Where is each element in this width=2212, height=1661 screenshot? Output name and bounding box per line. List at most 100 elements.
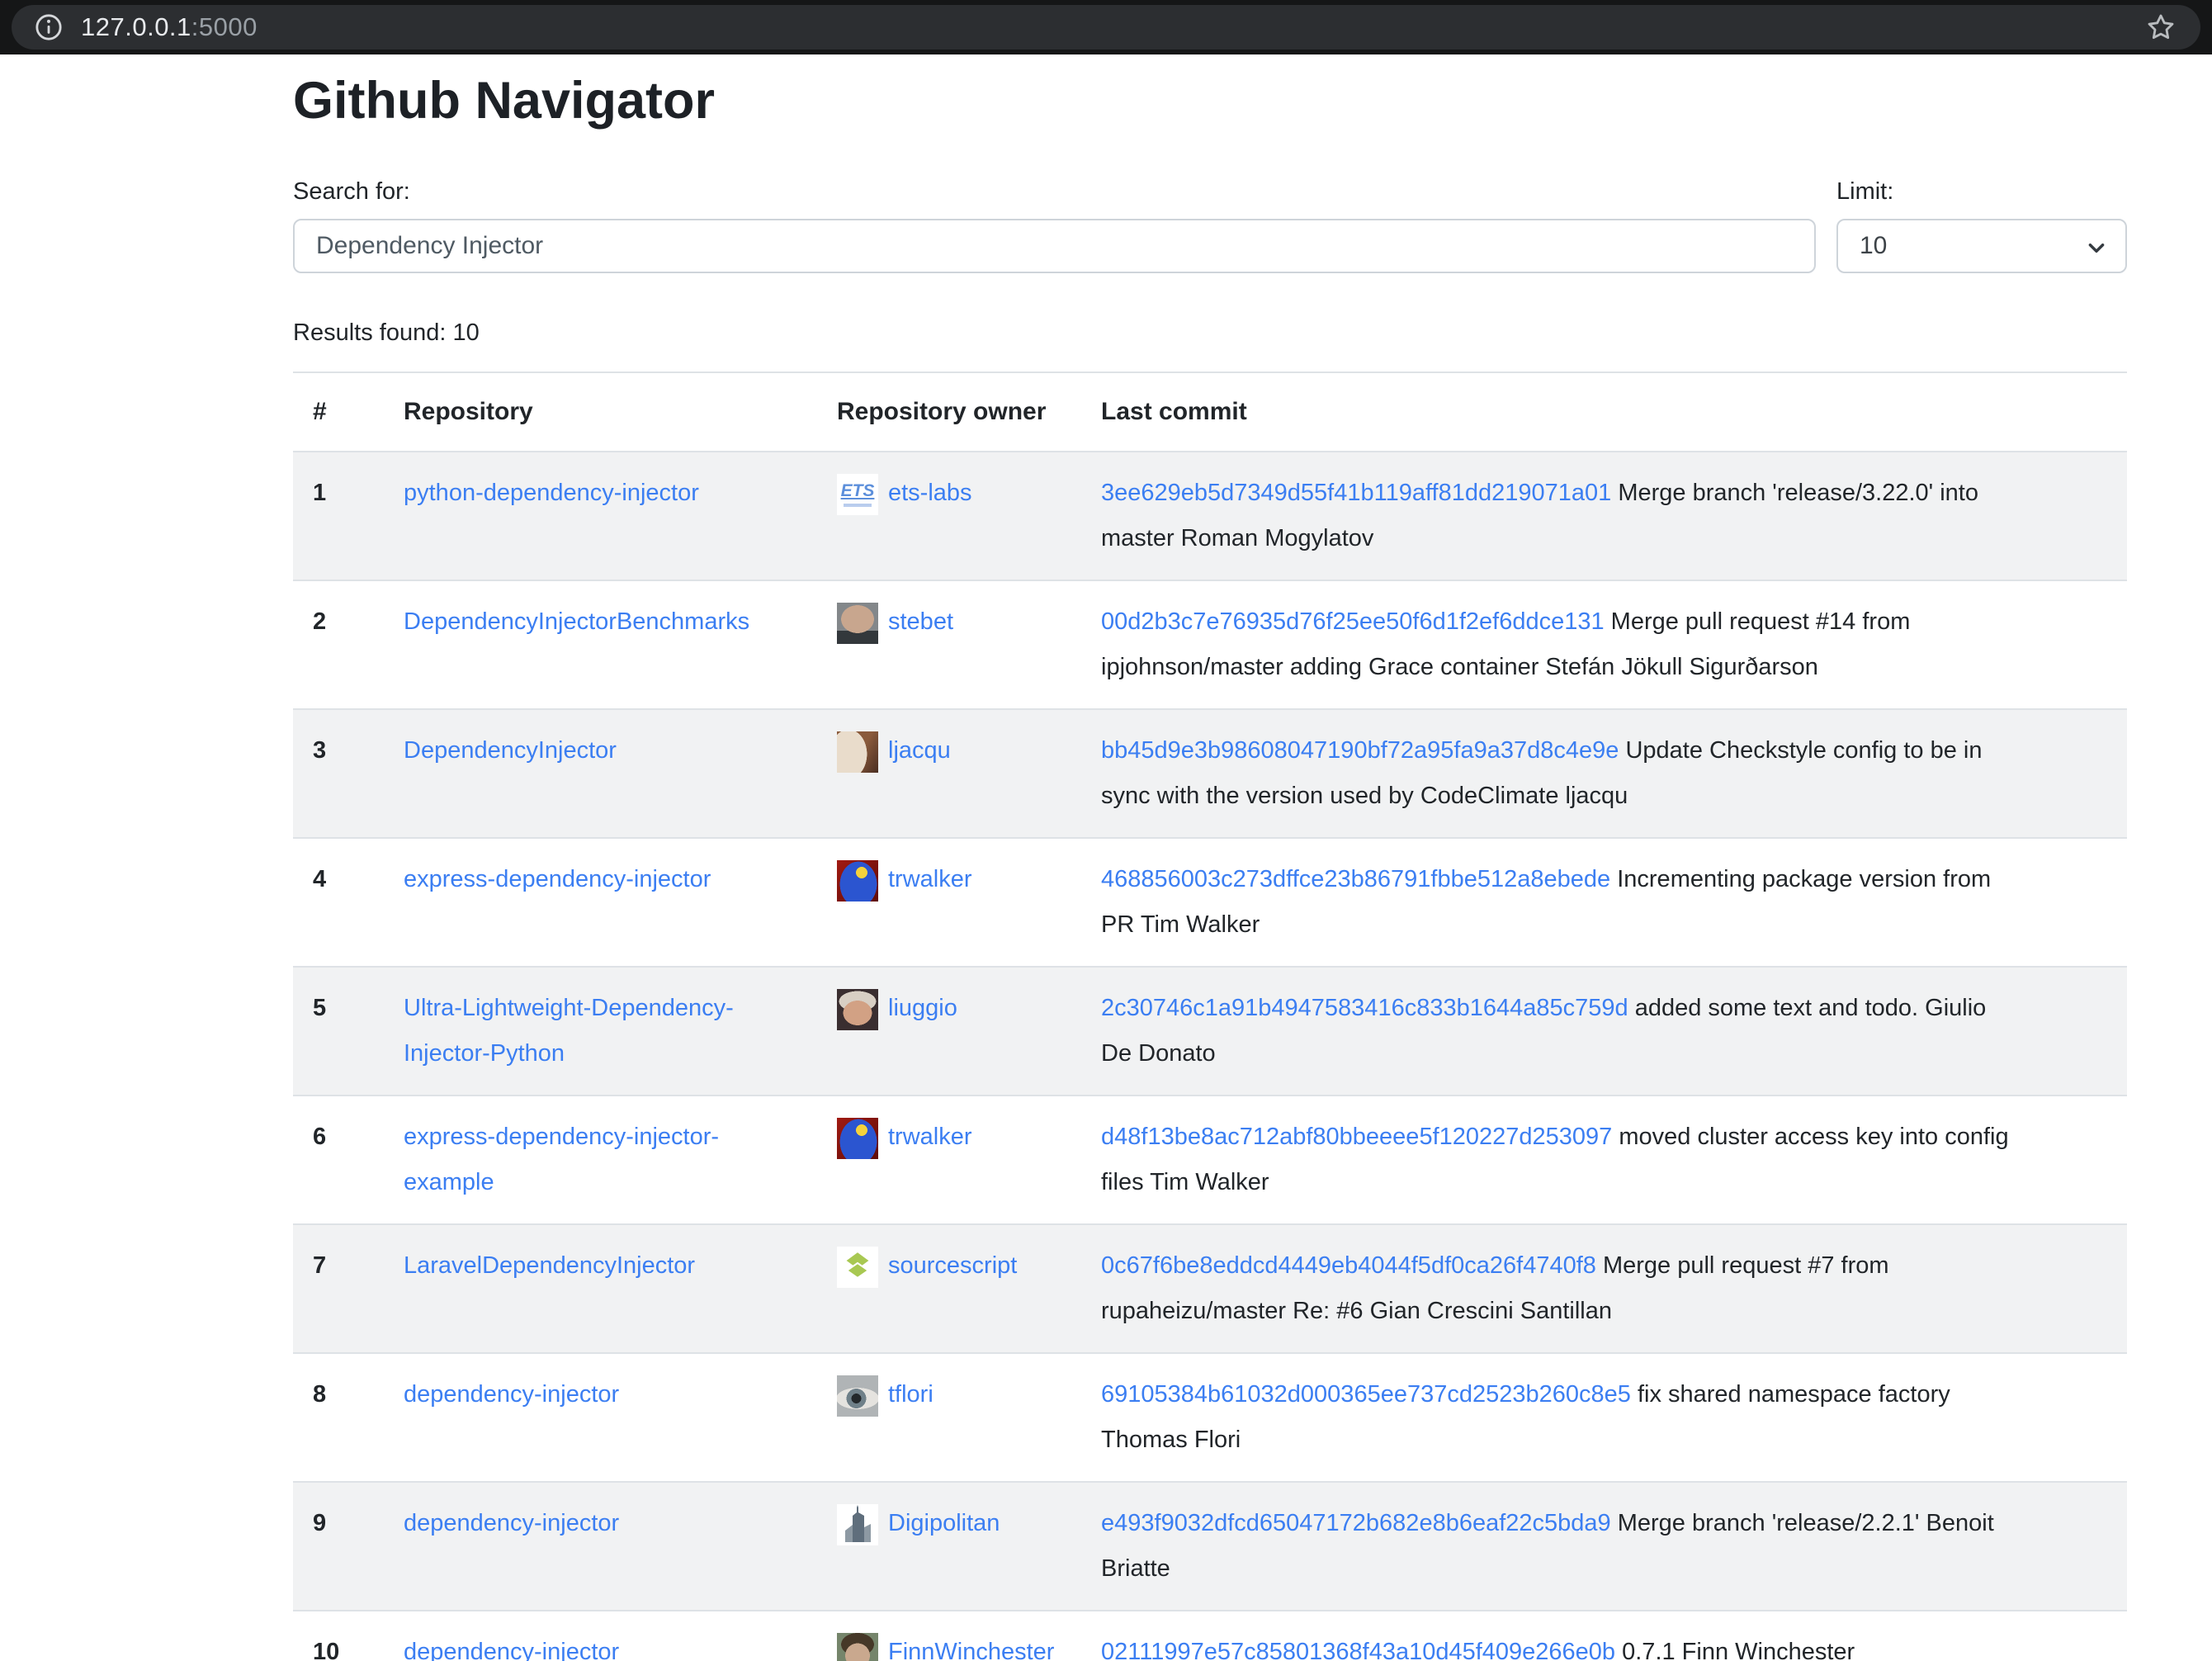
table-row: 10dependency-injectorFinnWinchester02111… — [293, 1611, 2127, 1661]
diamond-logo-icon — [837, 1247, 878, 1288]
repository-link[interactable]: Ultra-Lightweight-Dependency-Injector-Py… — [404, 995, 734, 1067]
limit-select[interactable]: 10 — [1836, 219, 2127, 273]
owner-cell: tflori — [817, 1353, 1081, 1482]
commit-hash-link[interactable]: bb45d9e3b98608047190bf72a95fa9a37d8c4e9e — [1101, 737, 1619, 764]
last-commit-cell: 2c30746c1a91b4947583416c833b1644a85c759d… — [1081, 967, 2127, 1096]
owner-avatar — [837, 1118, 878, 1159]
repository-link[interactable]: dependency-injector — [404, 1510, 619, 1536]
limit-selected-value: 10 — [1860, 232, 1887, 260]
page-content: Github Navigator Search for: Limit: 10 R… — [293, 54, 2127, 1661]
building-logo-icon — [837, 1504, 878, 1545]
commit-hash-link[interactable]: e493f9032dfcd65047172b682e8b6eaf22c5bda9 — [1101, 1510, 1611, 1536]
repository-link[interactable]: dependency-injector — [404, 1639, 619, 1661]
repository-cell: express-dependency-injector-example — [384, 1096, 817, 1224]
last-commit-cell: 00d2b3c7e76935d76f25ee50f6d1f2ef6ddce131… — [1081, 580, 2127, 709]
repository-link[interactable]: python-dependency-injector — [404, 480, 699, 506]
last-commit-cell: 02111997e57c85801368f43a10d45f409e266e0b… — [1081, 1611, 2127, 1661]
owner-avatar — [837, 1504, 878, 1545]
owner-link[interactable]: FinnWinchester — [888, 1639, 1054, 1661]
limit-field-group: Limit: 10 — [1836, 178, 2127, 273]
repository-link[interactable]: dependency-injector — [404, 1381, 619, 1408]
row-number-cell: 1 — [293, 452, 384, 580]
repository-cell: dependency-injector — [384, 1482, 817, 1611]
url-host: 127.0.0.1 — [81, 12, 191, 41]
repositories-table: # Repository Repository owner Last commi… — [293, 371, 2127, 1661]
search-field-group: Search for: — [293, 178, 1816, 273]
row-number-cell: 5 — [293, 967, 384, 1096]
repository-link[interactable]: express-dependency-injector — [404, 866, 711, 892]
owner-cell: stebet — [817, 580, 1081, 709]
table-row: 3 DependencyInjector ljacqu bb45d9e3b986080… — [293, 709, 2127, 838]
table-row: 5 Ultra-Lightweight-Dependency-Injector-P… — [293, 967, 2127, 1096]
owner-link[interactable]: tflori — [888, 1381, 933, 1408]
search-input[interactable] — [293, 219, 1816, 273]
limit-label: Limit: — [1836, 178, 2127, 206]
url-port: :5000 — [191, 12, 258, 41]
repository-cell: DependencyInjector — [384, 709, 817, 838]
owner-link[interactable]: trwalker — [888, 1124, 972, 1150]
owner-cell: FinnWinchester — [817, 1611, 1081, 1661]
owner-link[interactable]: ets-labs — [888, 480, 972, 506]
commit-hash-link[interactable]: 69105384b61032d000365ee737cd2523b260c8e5 — [1101, 1381, 1631, 1408]
repository-cell: express-dependency-injector — [384, 838, 817, 967]
last-commit-cell: 0c67f6be8eddcd4449eb4044f5df0ca26f4740f8… — [1081, 1224, 2127, 1353]
repository-link[interactable]: LaravelDependencyInjector — [404, 1252, 695, 1279]
table-row: 7 LaravelDependencyInjector sourcescript 0c… — [293, 1224, 2127, 1353]
repository-link[interactable]: DependencyInjectorBenchmarks — [404, 608, 749, 635]
ets-logo-text: ETS — [841, 482, 875, 499]
results-count: Results found: 10 — [293, 319, 2127, 347]
owner-cell: sourcescript — [817, 1224, 1081, 1353]
browser-bar: 127.0.0.1:5000 — [0, 0, 2212, 54]
repository-cell: dependency-injector — [384, 1611, 817, 1661]
row-number-cell: 3 — [293, 709, 384, 838]
repository-link[interactable]: DependencyInjector — [404, 737, 617, 764]
owner-avatar — [837, 731, 878, 773]
commit-hash-link[interactable]: 00d2b3c7e76935d76f25ee50f6d1f2ef6ddce131 — [1101, 608, 1605, 635]
owner-cell: trwalker — [817, 838, 1081, 967]
owner-link[interactable]: Digipolitan — [888, 1510, 1000, 1536]
owner-cell: ljacqu — [817, 709, 1081, 838]
info-icon[interactable] — [35, 13, 63, 41]
commit-hash-link[interactable]: 468856003c273dffce23b86791fbbe512a8ebede — [1101, 866, 1610, 892]
row-number-cell: 6 — [293, 1096, 384, 1224]
last-commit-cell: d48f13be8ac712abf80bbeeee5f120227d253097… — [1081, 1096, 2127, 1224]
commit-hash-link[interactable]: 2c30746c1a91b4947583416c833b1644a85c759d — [1101, 995, 1628, 1021]
commit-hash-link[interactable]: 3ee629eb5d7349d55f41b119aff81dd219071a01 — [1101, 480, 1611, 506]
chevron-down-icon — [2086, 237, 2107, 258]
last-commit-cell: 3ee629eb5d7349d55f41b119aff81dd219071a01… — [1081, 452, 2127, 580]
repository-cell: LaravelDependencyInjector — [384, 1224, 817, 1353]
table-row: 4express-dependency-injectortrwalker4688… — [293, 838, 2127, 967]
row-number-cell: 7 — [293, 1224, 384, 1353]
owner-cell: Digipolitan — [817, 1482, 1081, 1611]
row-number-cell: 2 — [293, 580, 384, 709]
commit-hash-link[interactable]: d48f13be8ac712abf80bbeeee5f120227d253097 — [1101, 1124, 1612, 1150]
owner-avatar — [837, 989, 878, 1030]
owner-avatar: ETS — [837, 474, 878, 515]
address-bar[interactable]: 127.0.0.1:5000 — [12, 5, 2200, 50]
search-label: Search for: — [293, 178, 1816, 206]
owner-avatar — [837, 1247, 878, 1288]
owner-avatar — [837, 1375, 878, 1417]
bookmark-star-icon[interactable] — [2144, 11, 2177, 44]
commit-hash-link[interactable]: 0c67f6be8eddcd4449eb4044f5df0ca26f4740f8 — [1101, 1252, 1596, 1279]
owner-link[interactable]: trwalker — [888, 866, 972, 892]
col-header-repo: Repository — [384, 372, 817, 452]
last-commit-cell: e493f9032dfcd65047172b682e8b6eaf22c5bda9… — [1081, 1482, 2127, 1611]
owner-link[interactable]: stebet — [888, 608, 953, 635]
repository-cell: Ultra-Lightweight-Dependency-Injector-Py… — [384, 967, 817, 1096]
last-commit-cell: bb45d9e3b98608047190bf72a95fa9a37d8c4e9e… — [1081, 709, 2127, 838]
table-header-row: # Repository Repository owner Last commi… — [293, 372, 2127, 452]
table-row: 8 dependency-injector tflori 69105384b61032… — [293, 1353, 2127, 1482]
repository-link[interactable]: express-dependency-injector-example — [404, 1124, 719, 1195]
owner-link[interactable]: liuggio — [888, 995, 957, 1021]
owner-avatar — [837, 860, 878, 901]
table-row: 2 DependencyInjectorBenchmarks stebet 00d2b… — [293, 580, 2127, 709]
commit-hash-link[interactable]: 02111997e57c85801368f43a10d45f409e266e0b — [1101, 1639, 1615, 1661]
table-row: 1 python-dependency-injector ETS ets-labs 3e… — [293, 452, 2127, 580]
owner-link[interactable]: ljacqu — [888, 737, 951, 764]
owner-cell: ETS ets-labs — [817, 452, 1081, 580]
owner-link[interactable]: sourcescript — [888, 1252, 1017, 1279]
row-number-cell: 8 — [293, 1353, 384, 1482]
owner-avatar — [837, 1633, 878, 1661]
repository-cell: DependencyInjectorBenchmarks — [384, 580, 817, 709]
